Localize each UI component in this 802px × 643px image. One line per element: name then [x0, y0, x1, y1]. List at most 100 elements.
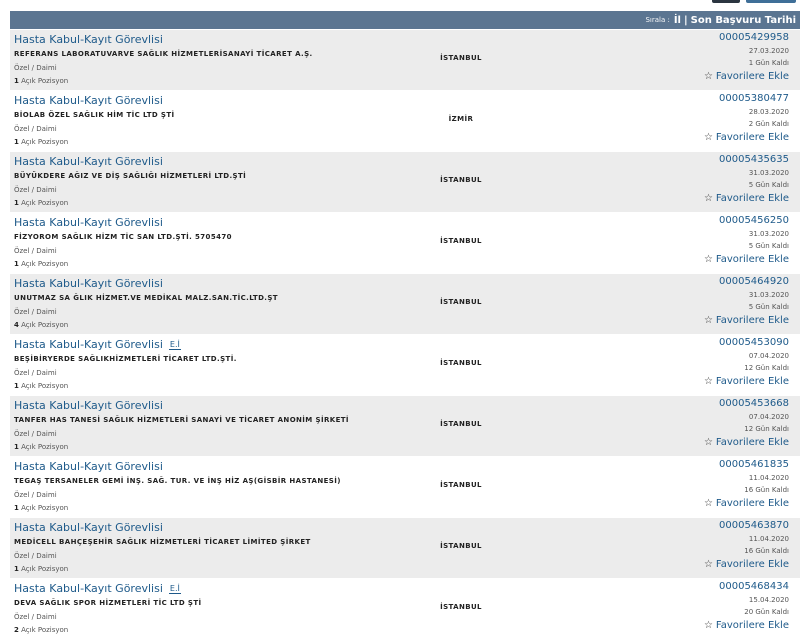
star-icon: ☆: [703, 193, 713, 204]
company-name: DEVA SAĞLIK SPOR HİZMETLERİ TİC LTD ŞTİ: [14, 599, 202, 607]
company-name: BİOLAB ÖZEL SAĞLIK HİM TİC LTD ŞTİ: [14, 111, 175, 119]
job-type: Özel / Daimi: [14, 247, 57, 255]
job-title-link[interactable]: Hasta Kabul-Kayıt Görevlisi: [14, 155, 163, 168]
ad-number-link[interactable]: 00005429958: [719, 32, 789, 43]
disabled-employee-badge: E.İ: [168, 584, 181, 594]
add-to-favorites-label: Favorilere Ekle: [715, 315, 789, 326]
add-to-favorites-button[interactable]: ☆ Favorilere Ekle: [704, 132, 789, 143]
open-positions: 1 Açık Pozisyon: [14, 382, 68, 390]
job-type: Özel / Daimi: [14, 369, 57, 377]
add-to-favorites-button[interactable]: ☆ Favorilere Ekle: [704, 559, 789, 570]
job-type: Özel / Daimi: [14, 613, 57, 621]
open-positions: 2 Açık Pozisyon: [14, 626, 68, 634]
open-positions-label: Açık Pozisyon: [21, 77, 69, 85]
ad-number-link[interactable]: 00005453668: [719, 398, 789, 409]
add-to-favorites-label: Favorilere Ekle: [715, 71, 789, 82]
city: İSTANBUL: [440, 603, 482, 611]
city: İSTANBUL: [440, 176, 482, 184]
deadline-date: 11.04.2020: [748, 474, 789, 482]
sort-label: Sırala :: [645, 16, 670, 24]
job-title-link[interactable]: Hasta Kabul-Kayıt Görevlisi E.İ: [14, 582, 181, 595]
job-listing-row: Hasta Kabul-Kayıt Görevlisi TANFER HAS T…: [10, 396, 800, 457]
deadline-date: 31.03.2020: [748, 169, 789, 177]
job-title-text: Hasta Kabul-Kayıt Görevlisi: [14, 155, 163, 168]
add-to-favorites-label: Favorilere Ekle: [715, 376, 789, 387]
job-title-link[interactable]: Hasta Kabul-Kayıt Görevlisi E.İ: [14, 338, 181, 351]
job-type: Özel / Daimi: [14, 430, 57, 438]
add-to-favorites-button[interactable]: ☆ Favorilere Ekle: [704, 376, 789, 387]
open-positions-count: 1: [14, 504, 19, 512]
ad-number-link[interactable]: 00005456250: [719, 215, 789, 226]
deadline-date: 28.03.2020: [748, 108, 789, 116]
company-name: TANFER HAS TANESİ SAĞLIK HİZMETLERİ SANA…: [14, 416, 349, 424]
city: İSTANBUL: [440, 237, 482, 245]
days-remaining: 2 Gün Kaldı: [748, 120, 789, 128]
job-title-link[interactable]: Hasta Kabul-Kayıt Görevlisi: [14, 33, 163, 46]
open-positions: 1 Açık Pozisyon: [14, 138, 68, 146]
ad-number-link[interactable]: 00005453090: [719, 337, 789, 348]
ad-number-link[interactable]: 00005435635: [719, 154, 789, 165]
company-name: UNUTMAZ SA ĞLIK HİZMET.VE MEDİKAL MALZ.S…: [14, 294, 278, 302]
star-icon: ☆: [703, 71, 713, 82]
deadline-date: 07.04.2020: [748, 352, 789, 360]
add-to-favorites-label: Favorilere Ekle: [715, 559, 789, 570]
ad-number-link[interactable]: 00005461835: [719, 459, 789, 470]
open-positions-count: 1: [14, 138, 19, 146]
add-to-favorites-button[interactable]: ☆ Favorilere Ekle: [704, 71, 789, 82]
job-listing-row: Hasta Kabul-Kayıt Görevlisi TEGAŞ TERSAN…: [10, 457, 800, 518]
job-title-link[interactable]: Hasta Kabul-Kayıt Görevlisi: [14, 399, 163, 412]
open-positions-label: Açık Pozisyon: [21, 443, 69, 451]
add-to-favorites-button[interactable]: ☆ Favorilere Ekle: [704, 437, 789, 448]
open-positions-count: 1: [14, 260, 19, 268]
open-positions-count: 1: [14, 77, 19, 85]
sort-by-city-link[interactable]: İl: [674, 15, 681, 26]
job-title-text: Hasta Kabul-Kayıt Görevlisi: [14, 399, 163, 412]
company-name: TEGAŞ TERSANELER GEMİ İNŞ. SAĞ. TUR. VE …: [14, 477, 341, 485]
company-name: BÜYÜKDERE AĞIZ VE DİŞ SAĞLIĞI HİZMETLERİ…: [14, 172, 247, 180]
ad-number-link[interactable]: 00005464920: [719, 276, 789, 287]
job-title-text: Hasta Kabul-Kayıt Görevlisi: [14, 338, 163, 351]
job-title-link[interactable]: Hasta Kabul-Kayıt Görevlisi: [14, 277, 163, 290]
deadline-date: 27.03.2020: [748, 47, 789, 55]
days-remaining: 20 Gün Kaldı: [744, 608, 789, 616]
open-positions: 1 Açık Pozisyon: [14, 443, 68, 451]
open-positions: 1 Açık Pozisyon: [14, 504, 68, 512]
sort-by-date-link[interactable]: Son Başvuru Tarihi: [691, 15, 796, 26]
job-title-link[interactable]: Hasta Kabul-Kayıt Görevlisi: [14, 94, 163, 107]
city: İSTANBUL: [440, 298, 482, 306]
job-type: Özel / Daimi: [14, 552, 57, 560]
add-to-favorites-button[interactable]: ☆ Favorilere Ekle: [704, 498, 789, 509]
top-tab-blue[interactable]: [746, 0, 796, 3]
open-positions: 1 Açık Pozisyon: [14, 565, 68, 573]
add-to-favorites-button[interactable]: ☆ Favorilere Ekle: [704, 315, 789, 326]
add-to-favorites-button[interactable]: ☆ Favorilere Ekle: [704, 254, 789, 265]
deadline-date: 15.04.2020: [748, 596, 789, 604]
days-remaining: 12 Gün Kaldı: [744, 364, 789, 372]
ad-number-link[interactable]: 00005468434: [719, 581, 789, 592]
city: İSTANBUL: [440, 481, 482, 489]
sort-bar: Sırala : İl | Son Başvuru Tarihi: [10, 11, 800, 29]
deadline-date: 31.03.2020: [748, 230, 789, 238]
company-name: MEDİCELL BAHÇEŞEHİR SAĞLIK HİZMETLERİ Tİ…: [14, 538, 311, 546]
ad-number-link[interactable]: 00005463870: [719, 520, 789, 531]
job-title-link[interactable]: Hasta Kabul-Kayıt Görevlisi: [14, 521, 163, 534]
add-to-favorites-button[interactable]: ☆ Favorilere Ekle: [704, 193, 789, 204]
open-positions: 1 Açık Pozisyon: [14, 260, 68, 268]
city: İSTANBUL: [440, 359, 482, 367]
top-tab-dark[interactable]: [712, 0, 740, 3]
days-remaining: 1 Gün Kaldı: [748, 59, 789, 67]
star-icon: ☆: [703, 376, 713, 387]
star-icon: ☆: [703, 559, 713, 570]
add-to-favorites-label: Favorilere Ekle: [715, 437, 789, 448]
days-remaining: 5 Gün Kaldı: [748, 181, 789, 189]
job-listing-row: Hasta Kabul-Kayıt Görevlisi E.İ BEŞİBİRYE…: [10, 335, 800, 396]
days-remaining: 5 Gün Kaldı: [748, 303, 789, 311]
top-tabs: [0, 0, 802, 4]
city: İZMİR: [448, 115, 474, 123]
job-title-link[interactable]: Hasta Kabul-Kayıt Görevlisi: [14, 460, 163, 473]
open-positions-count: 2: [14, 626, 19, 634]
add-to-favorites-label: Favorilere Ekle: [715, 498, 789, 509]
job-title-link[interactable]: Hasta Kabul-Kayıt Görevlisi: [14, 216, 163, 229]
add-to-favorites-button[interactable]: ☆ Favorilere Ekle: [704, 620, 789, 631]
ad-number-link[interactable]: 00005380477: [719, 93, 789, 104]
